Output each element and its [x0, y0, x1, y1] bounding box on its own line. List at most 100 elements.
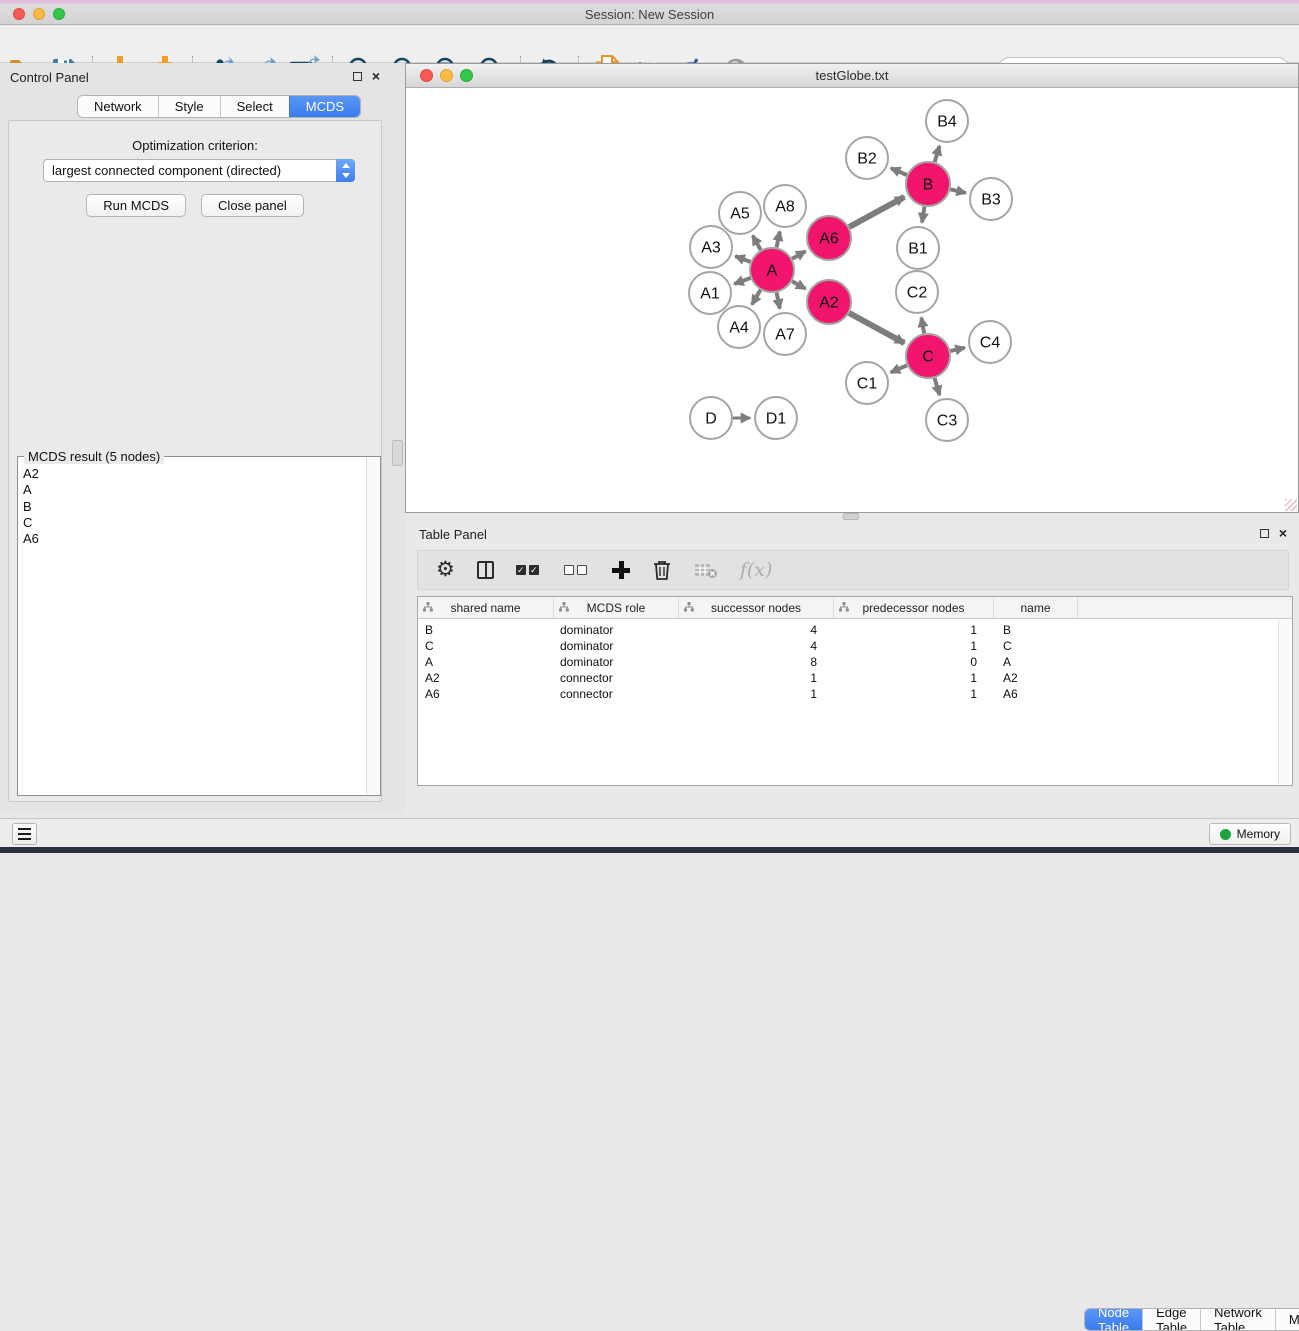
net-close-button[interactable]	[420, 69, 433, 82]
result-item[interactable]: C	[19, 515, 366, 531]
graph-edge[interactable]	[922, 207, 924, 223]
graph-edge[interactable]	[935, 146, 940, 162]
delete-column-icon[interactable]	[652, 555, 672, 585]
table-cell[interactable]: C	[418, 638, 554, 654]
table-cell[interactable]: A6	[418, 686, 554, 702]
table-cell[interactable]: A2	[994, 670, 1078, 686]
table-cell[interactable]: 1	[834, 686, 994, 702]
tab-network[interactable]: Network	[78, 96, 158, 117]
table-cell[interactable]: 1	[679, 686, 834, 702]
tab-network-table[interactable]: Network Table	[1200, 1309, 1275, 1330]
graph-edge[interactable]	[777, 293, 780, 309]
table-cell[interactable]: connector	[554, 670, 679, 686]
graph-edge[interactable]	[734, 278, 750, 284]
graph-edge[interactable]	[950, 189, 965, 193]
column-header-predecessor-nodes[interactable]: predecessor nodes	[834, 597, 994, 618]
table-cell[interactable]: B	[418, 622, 554, 638]
graph-edge[interactable]	[752, 290, 760, 305]
run-mcds-button[interactable]: Run MCDS	[86, 194, 186, 217]
graph-node-label: C2	[907, 285, 928, 302]
window-resize-handle[interactable]	[1285, 499, 1297, 511]
table-cell[interactable]: dominator	[554, 622, 679, 638]
table-cell[interactable]: 1	[834, 670, 994, 686]
table-cell[interactable]: 1	[834, 638, 994, 654]
column-header-shared-name[interactable]: shared name	[418, 597, 554, 618]
tab-style[interactable]: Style	[158, 96, 220, 117]
tab-select[interactable]: Select	[220, 96, 289, 117]
tab-motifs[interactable]: Motifs	[1275, 1309, 1299, 1330]
table-settings-gear-icon[interactable]: ⚙	[436, 555, 455, 585]
network-canvas[interactable]: B4B2BB3A5A8A6B1A3AA1C2A2A4A7C4CC1C3DD1	[406, 89, 1298, 512]
close-panel-button[interactable]: Close panel	[201, 194, 304, 217]
maximize-window-button[interactable]	[53, 8, 65, 20]
table-cell[interactable]: 8	[679, 654, 834, 670]
net-maximize-button[interactable]	[460, 69, 473, 82]
result-item[interactable]: B	[19, 499, 366, 515]
graph-node-label: C	[922, 349, 934, 366]
result-item[interactable]: A6	[19, 531, 366, 547]
task-history-button[interactable]	[12, 823, 37, 845]
table-cell[interactable]: C	[994, 638, 1078, 654]
table-scrollbar[interactable]	[1278, 620, 1291, 784]
table-cell[interactable]: A	[994, 654, 1078, 670]
result-item[interactable]: A2	[19, 466, 366, 482]
divider-grip[interactable]	[392, 440, 403, 466]
close-table-panel-icon[interactable]: ×	[1279, 524, 1287, 542]
table-cell[interactable]: A6	[994, 686, 1078, 702]
tab-mcds[interactable]: MCDS	[289, 96, 360, 117]
result-scrollbar[interactable]	[366, 458, 379, 794]
table-cell[interactable]: 1	[834, 622, 994, 638]
close-window-button[interactable]	[13, 8, 25, 20]
graph-edge[interactable]	[792, 281, 805, 289]
float-panel-icon[interactable]	[353, 72, 362, 81]
deselect-all-columns-icon[interactable]	[564, 555, 590, 585]
column-header-name[interactable]: name	[994, 597, 1078, 618]
net-minimize-button[interactable]	[440, 69, 453, 82]
table-cell[interactable]: dominator	[554, 654, 679, 670]
panel-divider[interactable]	[390, 63, 405, 810]
graph-edge[interactable]	[753, 236, 761, 250]
table-cell[interactable]: 1	[679, 670, 834, 686]
tab-node-table[interactable]: Node Table	[1085, 1309, 1142, 1330]
minimize-window-button[interactable]	[33, 8, 45, 20]
result-item[interactable]: A	[19, 482, 366, 498]
table-cell[interactable]: dominator	[554, 638, 679, 654]
table-row[interactable]: A6connector11A6	[418, 686, 1292, 702]
graph-edge[interactable]	[849, 313, 904, 343]
column-header-successor-nodes[interactable]: successor nodes	[679, 597, 834, 618]
select-all-columns-icon[interactable]: ✓✓	[516, 555, 542, 585]
network-window-titlebar[interactable]: testGlobe.txt	[406, 64, 1298, 88]
add-column-icon[interactable]	[612, 555, 630, 585]
graph-edge[interactable]	[935, 378, 940, 395]
graph-edge[interactable]	[891, 168, 907, 175]
table-row[interactable]: Cdominator41C	[418, 638, 1292, 654]
float-table-panel-icon[interactable]	[1260, 529, 1269, 538]
table-cell[interactable]: A2	[418, 670, 554, 686]
graph-edge[interactable]	[777, 231, 780, 247]
table-row[interactable]: Bdominator41B	[418, 622, 1292, 638]
table-cell[interactable]: A	[418, 654, 554, 670]
table-row[interactable]: A2connector11A2	[418, 670, 1292, 686]
graph-edge[interactable]	[950, 348, 964, 351]
table-cell[interactable]: B	[994, 622, 1078, 638]
mcds-tab-content: Optimization criterion: largest connecte…	[8, 120, 382, 802]
table-cell[interactable]: connector	[554, 686, 679, 702]
memory-button[interactable]: Memory	[1209, 823, 1291, 845]
graph-edge[interactable]	[921, 318, 924, 334]
graph-edge[interactable]	[849, 197, 904, 227]
graph-edge[interactable]	[891, 365, 907, 372]
table-cell[interactable]: 4	[679, 638, 834, 654]
show-columns-icon[interactable]	[477, 555, 494, 585]
mcds-result-list: A2ABCA6	[19, 466, 366, 794]
table-cell[interactable]: 4	[679, 622, 834, 638]
horizontal-divider-grip[interactable]	[843, 513, 859, 520]
column-header-mcds-role[interactable]: MCDS role	[554, 597, 679, 618]
table-row[interactable]: Adominator80A	[418, 654, 1292, 670]
mcds-result-title: MCDS result (5 nodes)	[24, 449, 164, 464]
graph-edge[interactable]	[792, 251, 805, 259]
optimization-criterion-select[interactable]: largest connected component (directed)	[43, 159, 355, 182]
table-cell[interactable]: 0	[834, 654, 994, 670]
close-panel-icon[interactable]: ×	[372, 67, 380, 85]
tab-edge-table[interactable]: Edge Table	[1142, 1309, 1200, 1330]
graph-edge[interactable]	[735, 256, 750, 262]
